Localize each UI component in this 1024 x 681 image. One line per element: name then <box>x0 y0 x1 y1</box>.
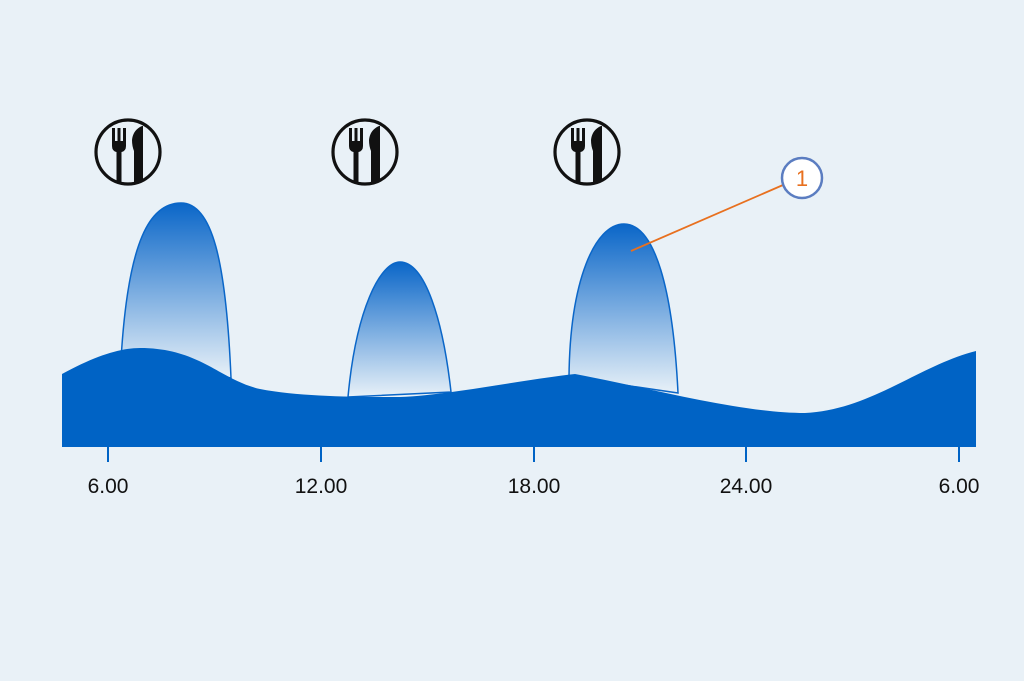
meal-peak-2 <box>347 261 452 398</box>
fork-knife-icon <box>331 118 399 186</box>
x-axis: 6.00 12.00 18.00 24.00 6.00 <box>88 447 980 498</box>
callout-label: 1 <box>796 166 808 191</box>
tick-label: 24.00 <box>720 475 773 498</box>
callout-leader-line <box>630 184 784 252</box>
fork-knife-icon <box>94 118 162 186</box>
tick-label: 12.00 <box>295 475 348 498</box>
tick-label: 6.00 <box>939 475 980 498</box>
tick-label: 6.00 <box>88 475 129 498</box>
tick-label: 18.00 <box>508 475 561 498</box>
meal-peak-3 <box>568 223 679 394</box>
base-level-area <box>62 348 976 447</box>
meal-glucose-diagram: 6.00 12.00 18.00 24.00 6.00 1 <box>62 118 980 498</box>
fork-knife-icon <box>553 118 621 186</box>
